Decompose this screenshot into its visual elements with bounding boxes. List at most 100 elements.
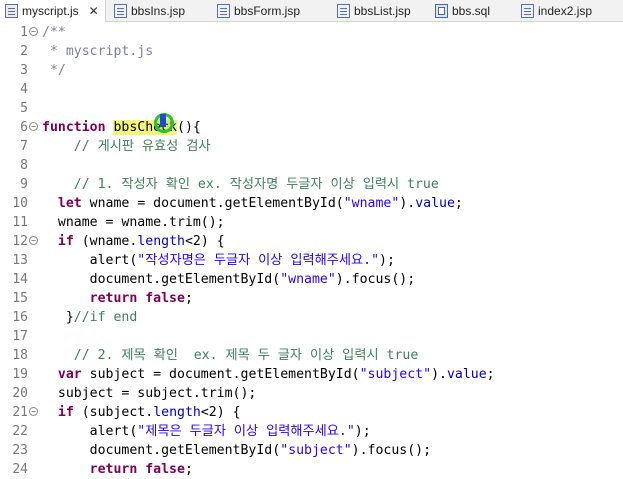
tab-label: bbs.sql [452,4,491,18]
code-line[interactable]: 3 */ [0,61,623,80]
code-token: return [89,462,138,477]
line-number: 11 [12,215,28,230]
line-number: 22 [12,424,28,439]
code-line[interactable]: 20 subject = subject.trim(); [0,384,623,403]
code-token: ; [486,367,495,382]
code-line[interactable]: 1−/** [0,23,623,42]
line-number: 20 [12,386,28,401]
code-token: "작성자명은 두글자 이상 입력해주세요." [137,253,380,268]
code-text: let wname = document.getElementById("wna… [42,194,463,213]
code-line[interactable]: 23 document.getElementById("subject").fo… [0,441,623,460]
line-number: 18 [12,348,28,363]
code-token: //if end [73,310,138,325]
code-text: alert("제목은 두글자 이상 입력해주세요."); [42,422,371,441]
fold-toggle-icon[interactable]: − [29,122,38,131]
code-token: // 2. 제목 확인 ex. 제목 두 글자 이상 입력시 true [42,348,419,363]
code-token: document.getElementById( [42,272,281,287]
code-line[interactable]: 19 var subject = document.getElementById… [0,365,623,384]
code-line[interactable]: 22 alert("제목은 두글자 이상 입력해주세요."); [0,422,623,441]
close-icon[interactable]: ✕ [89,4,99,18]
code-token: wname = wname.trim(); [42,215,225,230]
code-line[interactable]: 24 return false; [0,460,623,479]
fold-toggle-icon[interactable]: − [29,407,38,416]
tab-bbslist-jsp[interactable]: bbsList.jsp [331,0,432,22]
code-token: "제목은 두글자 이상 입력해주세요." [137,424,355,439]
code-line[interactable]: 4 [0,80,623,99]
tab-bbsform-jsp[interactable]: bbsForm.jsp [211,0,331,22]
tab-bbsins-jsp[interactable]: bbsIns.jsp [106,0,211,22]
line-number: 7 [20,139,28,154]
code-token: length [137,234,185,249]
code-line[interactable]: 6− function bbsCheck(){ [0,118,623,137]
tab-label: myscript.js [22,4,79,18]
code-token: function [42,120,106,135]
code-line[interactable]: 15 return false; [0,289,623,308]
line-number: 19 [12,367,28,382]
code-text: document.getElementById("wname").focus()… [42,270,416,289]
code-token: "wname" [280,272,336,287]
code-token: wname = document.getElementById( [81,196,344,211]
fold-toggle-icon[interactable]: − [29,236,38,245]
code-editor[interactable]: 1−/** 2 * myscript.js 3 */4 5 6− function bbs… [0,23,623,477]
code-line[interactable]: 10 let wname = document.getElementById("… [0,194,623,213]
jsp-file-icon [217,4,230,18]
code-line[interactable]: 9 // 1. 작성자 확인 ex. 작성자명 두글자 이상 입력시 true [0,175,623,194]
tab-index2-jsp[interactable]: index2.jsp [516,0,623,22]
code-line[interactable]: 2 * myscript.js [0,42,623,61]
tab-label: bbsIns.jsp [131,4,186,18]
code-token: "wname" [343,196,400,211]
code-token: (wname. [73,234,138,249]
code-text: subject = subject.trim(); [42,384,257,403]
code-token: var [57,367,82,382]
tab-label: bbsForm.jsp [234,4,301,18]
code-line[interactable]: 12− if (wname.length<2) { [0,232,623,251]
code-text: return false; [42,460,193,479]
code-token: // 1. 작성자 확인 ex. 작성자명 두글자 이상 입력시 true [42,177,439,192]
editor-tab-bar: myscript.js ✕ bbsIns.jsp bbsForm.jsp bbs… [0,0,623,23]
code-line[interactable]: 13 alert("작성자명은 두글자 이상 입력해주세요."); [0,251,623,270]
code-line[interactable]: 11 wname = wname.trim(); [0,213,623,232]
code-line[interactable]: 17 [0,327,623,346]
code-token: if [57,234,74,249]
line-number: 21 [12,405,28,420]
code-token: subject = document.getElementById( [81,367,360,382]
code-text: * myscript.js [42,42,153,61]
code-text: var subject = document.getElementById("s… [42,365,495,384]
sql-file-icon [435,4,448,18]
code-token: ; [184,462,193,477]
code-token: subject = subject.trim(); [42,386,257,401]
code-line[interactable]: 8 [0,156,623,175]
code-line[interactable]: 16 }//if end [0,308,623,327]
code-line[interactable]: 5 [0,99,623,118]
code-text: // 게시판 유효성 검사 [42,137,211,156]
code-token: document.getElementById( [42,443,281,458]
line-number: 16 [12,310,28,325]
code-text: }//if end [42,308,137,327]
code-text: function bbsCheck(){ [42,118,201,137]
code-token: ; [454,196,463,211]
code-text: alert("작성자명은 두글자 이상 입력해주세요."); [42,251,395,270]
fold-toggle-icon[interactable]: − [29,27,38,36]
code-token: if [57,405,74,420]
line-number: 23 [12,443,28,458]
code-line[interactable]: 18 // 2. 제목 확인 ex. 제목 두 글자 이상 입력시 true [0,346,623,365]
code-line[interactable]: 14 document.getElementById("wname").focu… [0,270,623,289]
code-token: ). [399,196,416,211]
tab-bbs-sql[interactable]: bbs.sql [432,0,516,22]
line-number: 24 [12,462,28,477]
code-line[interactable]: 7 // 게시판 유효성 검사 [0,137,623,156]
tab-myscript-js[interactable]: myscript.js ✕ [0,0,106,23]
code-token: alert( [42,424,138,439]
code-text: return false; [42,289,193,308]
code-line[interactable]: 21− if (subject.length<2) { [0,403,623,422]
text-caret [160,114,166,127]
line-number: 9 [20,177,28,192]
jsp-file-icon [114,4,127,18]
code-token: value [415,196,455,211]
code-token: length [153,405,201,420]
line-number: 13 [12,253,28,268]
code-text: // 1. 작성자 확인 ex. 작성자명 두글자 이상 입력시 true [42,175,439,194]
line-number: 3 [20,63,28,78]
